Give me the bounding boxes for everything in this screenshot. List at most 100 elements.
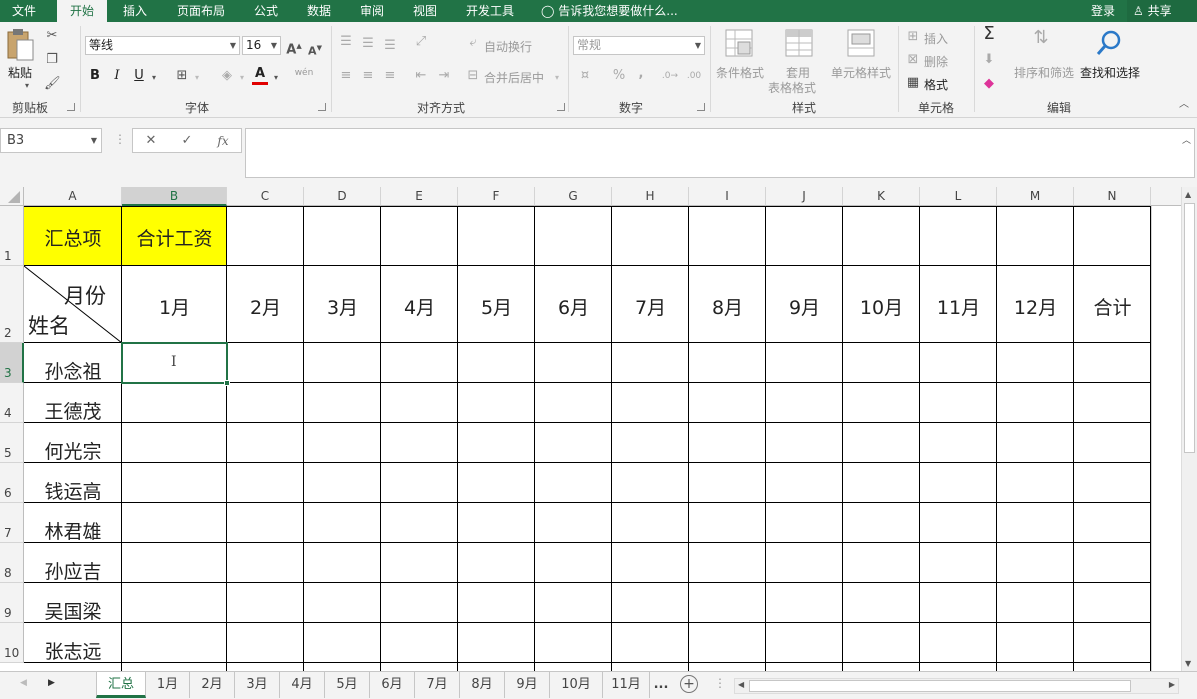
tab-review[interactable]: 审阅 bbox=[349, 0, 395, 22]
format-as-table-line2[interactable]: 表格格式 bbox=[768, 79, 816, 96]
cell-b1[interactable]: 合计工资 bbox=[122, 206, 227, 266]
font-color-button[interactable]: A bbox=[252, 66, 268, 85]
vertical-scrollbar[interactable]: ▲ ▼ bbox=[1181, 187, 1197, 671]
row-header-8[interactable]: 8 bbox=[0, 543, 24, 583]
sheet-tab[interactable]: 9月 bbox=[505, 672, 550, 698]
column-header-e[interactable]: E bbox=[381, 187, 458, 206]
column-header-d[interactable]: D bbox=[304, 187, 381, 206]
row-header-4[interactable]: 4 bbox=[0, 383, 24, 423]
column-header-b[interactable]: B bbox=[122, 187, 227, 206]
autosum-icon[interactable]: Σ bbox=[980, 25, 998, 43]
scroll-tabs-right-icon[interactable]: ▶ bbox=[48, 678, 55, 688]
login-button[interactable]: 登录 bbox=[1091, 0, 1115, 22]
number-format-combo[interactable]: 常规 ▼ bbox=[573, 36, 705, 55]
align-center-icon[interactable]: ≡ bbox=[360, 68, 376, 84]
row-header-7[interactable]: 7 bbox=[0, 503, 24, 543]
format-cells-button[interactable]: 格式 bbox=[924, 76, 948, 93]
vertical-scroll-thumb[interactable] bbox=[1184, 203, 1195, 453]
cell-name[interactable]: 何光宗 bbox=[24, 423, 122, 463]
tab-developer[interactable]: 开发工具 bbox=[456, 0, 524, 22]
chevron-down-icon[interactable]: ▾ bbox=[552, 70, 562, 86]
align-bottom-icon[interactable]: ☰ bbox=[382, 38, 398, 54]
bold-button[interactable]: B bbox=[88, 68, 102, 84]
tab-view[interactable]: 视图 bbox=[402, 0, 448, 22]
scroll-right-icon[interactable]: ▶ bbox=[1169, 680, 1175, 689]
cell-month-header[interactable]: 合计 bbox=[1074, 266, 1151, 343]
comma-button[interactable]: , bbox=[634, 66, 648, 82]
sheet-tab[interactable]: 7月 bbox=[415, 672, 460, 698]
format-as-table-icon[interactable] bbox=[784, 28, 816, 62]
scroll-left-icon[interactable]: ◀ bbox=[738, 680, 744, 689]
row-header-1[interactable]: 1 bbox=[0, 206, 24, 266]
chevron-down-icon[interactable]: ▾ bbox=[237, 70, 247, 86]
cell-name[interactable]: 王德茂 bbox=[24, 383, 122, 423]
cell-month-header[interactable]: 8月 bbox=[689, 266, 766, 343]
row-header-5[interactable]: 5 bbox=[0, 423, 24, 463]
cell-month-header[interactable]: 2月 bbox=[227, 266, 304, 343]
chevron-down-icon[interactable]: ▾ bbox=[271, 70, 281, 86]
cell-month-header[interactable]: 12月 bbox=[997, 266, 1074, 343]
name-box[interactable]: B3 ▼ bbox=[0, 128, 102, 153]
column-header-n[interactable]: N bbox=[1074, 187, 1151, 206]
borders-icon[interactable]: ⊞ bbox=[173, 68, 191, 84]
align-middle-icon[interactable]: ☰ bbox=[360, 36, 376, 52]
find-select-button[interactable]: 查找和选择 bbox=[1080, 64, 1140, 81]
column-header-k[interactable]: K bbox=[843, 187, 920, 206]
sheet-tab[interactable]: 汇总 bbox=[96, 672, 146, 698]
horizontal-scrollbar[interactable]: ◀ ▶ bbox=[734, 678, 1179, 694]
conditional-format-icon[interactable] bbox=[724, 28, 756, 62]
sheet-tab[interactable]: 11月 bbox=[603, 672, 650, 698]
decrease-indent-icon[interactable]: ⇤ bbox=[412, 68, 430, 84]
sheet-tab[interactable]: 5月 bbox=[325, 672, 370, 698]
cell-month-header[interactable]: 5月 bbox=[458, 266, 535, 343]
column-header-m[interactable]: M bbox=[997, 187, 1074, 206]
cell-styles-icon[interactable] bbox=[846, 28, 878, 62]
increase-indent-icon[interactable]: ⇥ bbox=[435, 68, 453, 84]
align-right-icon[interactable]: ≡ bbox=[382, 68, 398, 84]
tab-data[interactable]: 数据 bbox=[296, 0, 342, 22]
copy-icon[interactable]: ❐ bbox=[44, 52, 60, 68]
cell-month-header[interactable]: 10月 bbox=[843, 266, 920, 343]
cell-a2[interactable]: 月份 姓名 bbox=[24, 266, 122, 343]
formula-input[interactable]: ︿ bbox=[245, 128, 1195, 178]
row-header-10[interactable]: 10 bbox=[0, 623, 24, 663]
cell-month-header[interactable]: 6月 bbox=[535, 266, 612, 343]
sheet-tab[interactable]: 8月 bbox=[460, 672, 505, 698]
sheet-tab[interactable]: 2月 bbox=[190, 672, 235, 698]
share-button[interactable]: ♙ 共享 bbox=[1127, 0, 1197, 22]
cell-month-header[interactable]: 9月 bbox=[766, 266, 843, 343]
cell-month-header[interactable]: 7月 bbox=[612, 266, 689, 343]
shrink-font-icon[interactable]: A▼ bbox=[308, 40, 322, 60]
insert-cells-button[interactable]: 插入 bbox=[924, 30, 948, 47]
align-top-icon[interactable]: ☰ bbox=[338, 34, 354, 50]
cell-styles-button[interactable]: 单元格样式 bbox=[831, 64, 891, 81]
tab-file[interactable]: 文件 bbox=[0, 0, 48, 22]
chevron-down-icon[interactable]: ▾ bbox=[192, 70, 202, 86]
cell-name[interactable]: 孙应吉 bbox=[24, 543, 122, 583]
insert-function-button[interactable]: fx bbox=[213, 133, 233, 149]
clear-icon[interactable]: ◆ bbox=[981, 76, 997, 92]
font-dialog-launcher[interactable] bbox=[318, 103, 326, 111]
fill-color-icon[interactable]: ◈ bbox=[218, 68, 236, 84]
merge-center-button[interactable]: 合并后居中 bbox=[484, 69, 544, 86]
fill-handle[interactable] bbox=[224, 380, 230, 386]
column-header-a[interactable]: A bbox=[24, 187, 122, 206]
paste-dropdown-icon[interactable]: ▾ bbox=[22, 78, 32, 94]
align-left-icon[interactable]: ≡ bbox=[338, 68, 354, 84]
select-all-corner[interactable] bbox=[0, 187, 24, 206]
grow-font-icon[interactable]: A▲ bbox=[286, 38, 302, 58]
tab-home[interactable]: 开始 bbox=[57, 0, 107, 22]
cell-month-header[interactable]: 3月 bbox=[304, 266, 381, 343]
column-header-i[interactable]: I bbox=[689, 187, 766, 206]
cell-month-header[interactable]: 11月 bbox=[920, 266, 997, 343]
format-painter-icon[interactable]: 🖌 bbox=[44, 76, 61, 92]
tab-insert[interactable]: 插入 bbox=[111, 0, 159, 22]
column-header-j[interactable]: J bbox=[766, 187, 843, 206]
collapse-ribbon-icon[interactable]: ︿ bbox=[1178, 97, 1190, 113]
cut-icon[interactable]: ✂ bbox=[44, 28, 60, 44]
sheet-tab[interactable]: 10月 bbox=[550, 672, 603, 698]
sheet-tab[interactable]: 4月 bbox=[280, 672, 325, 698]
tell-me-box[interactable]: ◯ 告诉我您想要做什么... bbox=[541, 0, 678, 22]
increase-decimal-icon[interactable]: .0→ bbox=[660, 68, 680, 84]
chevron-down-icon[interactable]: ▾ bbox=[149, 70, 159, 86]
